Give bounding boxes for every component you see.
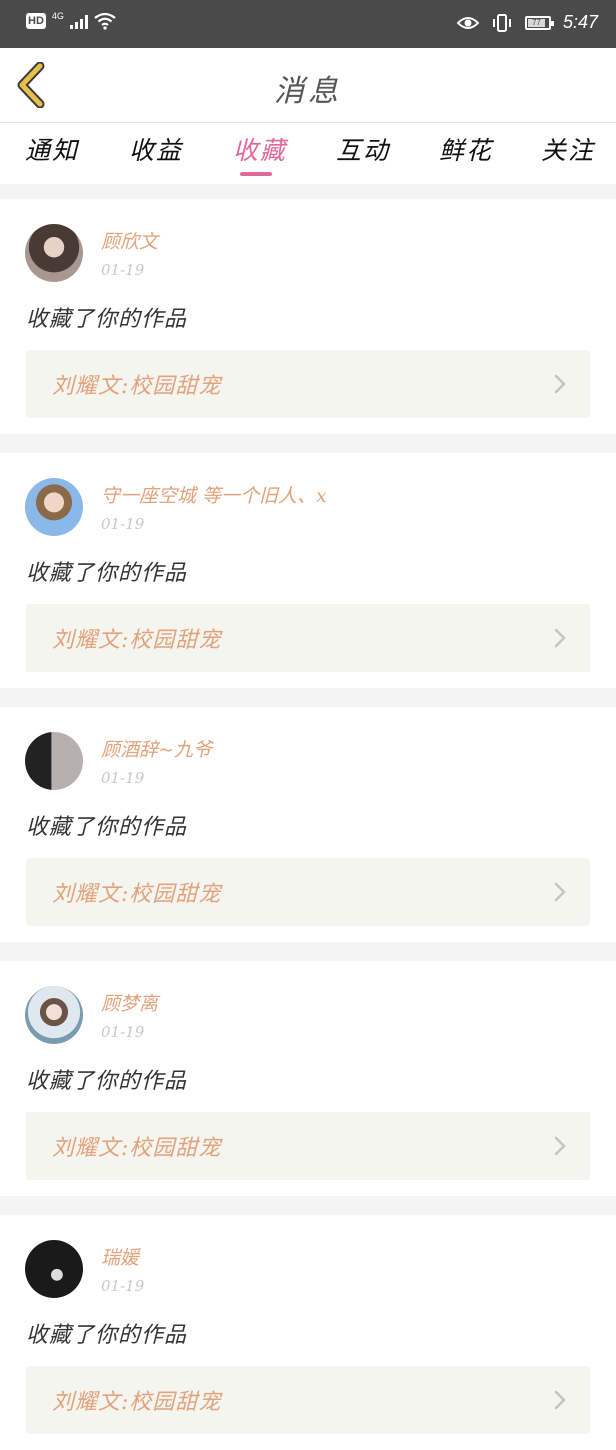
username[interactable]: 瑞媛 bbox=[101, 1243, 139, 1270]
avatar[interactable] bbox=[25, 986, 83, 1044]
hd-badge: HD bbox=[26, 13, 46, 29]
clock: 5:47 bbox=[562, 12, 598, 32]
tab-flowers[interactable]: 鲜花 bbox=[439, 131, 493, 167]
tab-favorites[interactable]: 收藏 bbox=[233, 131, 287, 167]
work-link[interactable]: 刘耀文:校园甜宠 bbox=[26, 350, 590, 418]
list-item: 瑞媛 01-19 收藏了你的作品 刘耀文:校园甜宠 bbox=[0, 1215, 616, 1450]
avatar[interactable] bbox=[25, 732, 83, 790]
action-text: 收藏了你的作品 bbox=[26, 815, 188, 840]
work-title: 刘耀文:校园甜宠 bbox=[52, 1390, 222, 1415]
work-title: 刘耀文:校园甜宠 bbox=[52, 374, 222, 399]
message-date: 01-19 bbox=[101, 769, 145, 787]
work-title: 刘耀文:校园甜宠 bbox=[52, 628, 222, 653]
avatar[interactable] bbox=[25, 1240, 83, 1298]
chevron-right-icon bbox=[554, 628, 566, 648]
list-item: 顾欣文 01-19 收藏了你的作品 刘耀文:校园甜宠 bbox=[0, 199, 616, 434]
work-title: 刘耀文:校园甜宠 bbox=[52, 882, 222, 907]
battery-level: 77 bbox=[527, 18, 545, 27]
message-date: 01-19 bbox=[101, 515, 145, 533]
tab-notifications[interactable]: 通知 bbox=[25, 131, 79, 167]
list-item: 顾酒辞~九爷 01-19 收藏了你的作品 刘耀文:校园甜宠 bbox=[0, 707, 616, 942]
message-date: 01-19 bbox=[101, 261, 145, 279]
tab-interactions[interactable]: 互动 bbox=[336, 131, 390, 167]
action-text: 收藏了你的作品 bbox=[26, 561, 188, 586]
eye-icon bbox=[456, 16, 479, 29]
work-link[interactable]: 刘耀文:校园甜宠 bbox=[26, 1366, 590, 1434]
work-link[interactable]: 刘耀文:校园甜宠 bbox=[26, 604, 590, 672]
chevron-right-icon bbox=[554, 1136, 566, 1156]
tab-bar: 通知 收益 收藏 互动 鲜花 关注 bbox=[0, 123, 616, 184]
username[interactable]: 顾酒辞~九爷 bbox=[101, 735, 212, 762]
battery-icon: 77 bbox=[524, 15, 554, 30]
avatar[interactable] bbox=[25, 478, 83, 536]
action-text: 收藏了你的作品 bbox=[26, 1323, 188, 1348]
chevron-right-icon bbox=[554, 1390, 566, 1410]
signal-icon bbox=[69, 13, 88, 29]
nav-bar: 消息 bbox=[0, 48, 616, 123]
work-link[interactable]: 刘耀文:校园甜宠 bbox=[26, 1112, 590, 1180]
username[interactable]: 顾欣文 bbox=[101, 227, 158, 254]
action-text: 收藏了你的作品 bbox=[26, 307, 188, 332]
network-type: 4G bbox=[51, 11, 64, 21]
list-item: 守一座空城 等一个旧人、x 01-19 收藏了你的作品 刘耀文:校园甜宠 bbox=[0, 453, 616, 688]
tab-following[interactable]: 关注 bbox=[541, 131, 595, 167]
action-text: 收藏了你的作品 bbox=[26, 1069, 188, 1094]
username[interactable]: 顾梦离 bbox=[101, 989, 158, 1016]
page-title: 消息 bbox=[274, 74, 342, 109]
tab-earnings[interactable]: 收益 bbox=[129, 131, 183, 167]
list-item: 顾梦离 01-19 收藏了你的作品 刘耀文:校园甜宠 bbox=[0, 961, 616, 1196]
wifi-icon bbox=[94, 12, 116, 30]
chevron-right-icon bbox=[554, 882, 566, 902]
work-link[interactable]: 刘耀文:校园甜宠 bbox=[26, 858, 590, 926]
active-tab-indicator bbox=[240, 172, 272, 176]
username[interactable]: 守一座空城 等一个旧人、x bbox=[101, 481, 327, 508]
vibrate-icon bbox=[492, 13, 511, 32]
chevron-right-icon bbox=[554, 374, 566, 394]
message-date: 01-19 bbox=[101, 1023, 145, 1041]
avatar[interactable] bbox=[25, 224, 83, 282]
status-bar: HD 4G 77 5:47 bbox=[0, 0, 616, 48]
work-title: 刘耀文:校园甜宠 bbox=[52, 1136, 222, 1161]
